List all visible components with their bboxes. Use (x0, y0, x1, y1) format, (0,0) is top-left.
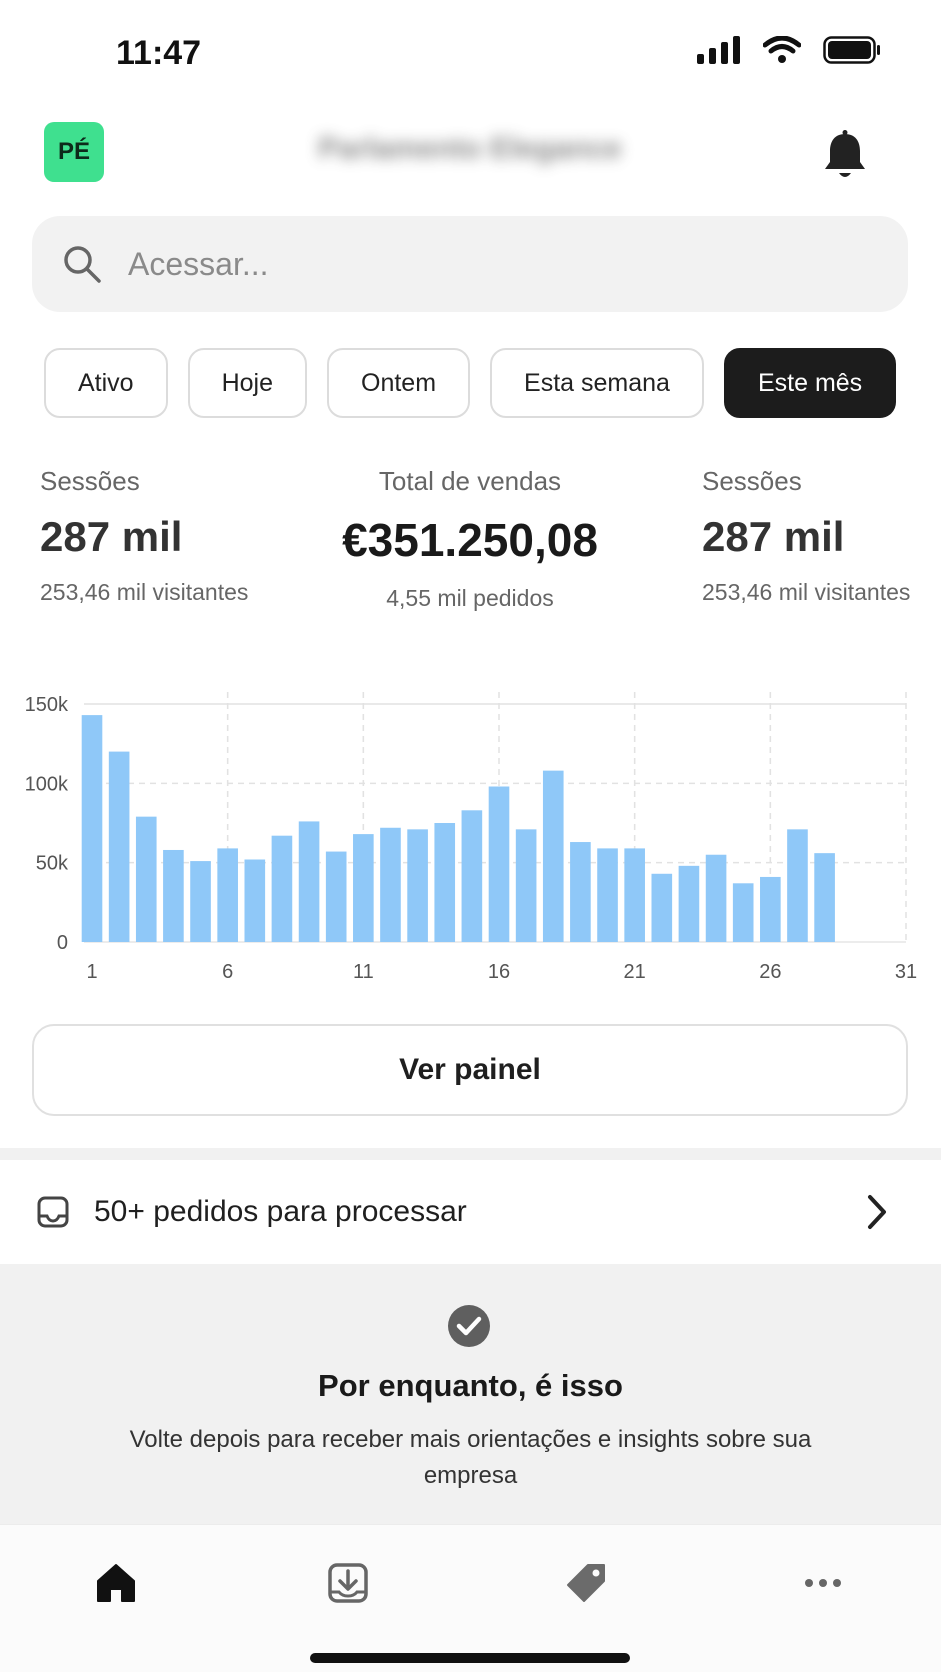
chart-bar (434, 823, 456, 942)
view-dashboard-button[interactable]: Ver painel (32, 1024, 908, 1116)
metric-sessions-right[interactable]: Sessões 287 mil 253,46 mil visitantes (702, 466, 910, 606)
tab-orders[interactable] (318, 1553, 378, 1613)
x-tick-label: 16 (488, 961, 510, 980)
check-circle-icon (448, 1305, 490, 1347)
metric-value: €351.250,08 (342, 514, 598, 566)
empty-state-title: Por enquanto, é isso (318, 1368, 623, 1403)
x-tick-label: 11 (353, 961, 374, 980)
chart-bar (298, 821, 320, 942)
chart-bar (651, 873, 673, 942)
chart-bar (407, 829, 428, 942)
filter-chip-ontem[interactable]: Ontem (327, 348, 471, 418)
inbox-tray-icon (37, 1196, 69, 1228)
wifi-icon (763, 36, 801, 63)
metric-label: Total de vendas (378, 466, 562, 496)
chart-bar (624, 848, 645, 942)
chart-bar (542, 770, 564, 942)
filter-chip-esta-semana[interactable]: Esta semana (490, 348, 704, 418)
sales-bar-chart[interactable]: 050k100k150k1 6 11 16 21 26 31 (0, 680, 941, 980)
metric-value: 287 mil (40, 513, 183, 560)
tag-icon (567, 1564, 605, 1602)
chart-bar (271, 835, 293, 942)
chart-bar (244, 859, 266, 942)
metric-label: Sessões (40, 466, 140, 496)
bell-icon[interactable] (821, 130, 869, 182)
chart-bar (353, 834, 374, 942)
chart-bar (597, 848, 618, 942)
filter-chip-hoje[interactable]: Hoje (187, 348, 308, 418)
chart-bar (678, 865, 700, 942)
x-tick-label: 31 (895, 961, 917, 980)
x-tick-label: 26 (759, 961, 781, 980)
tab-products[interactable] (556, 1553, 616, 1613)
chart-bar (190, 861, 211, 942)
chart-bar (732, 883, 754, 942)
metric-sub: 253,46 mil visitantes (40, 579, 249, 605)
filter-chip-este-mes[interactable]: Este mês (723, 348, 897, 418)
status-bar: 11:47 (0, 0, 941, 110)
status-icons (697, 36, 881, 64)
battery-icon (823, 36, 880, 64)
chart-bar (163, 849, 184, 942)
header: PÉ Parlamento Elegance (0, 110, 941, 210)
tab-more[interactable] (793, 1553, 853, 1613)
y-tick-label: 150k (25, 694, 69, 716)
status-time: 11:47 (116, 34, 202, 72)
chart-bar (705, 854, 727, 942)
y-tick-label: 100k (25, 773, 69, 795)
store-avatar[interactable]: PÉ (44, 122, 104, 182)
chart-bar (760, 876, 781, 942)
home-indicator (310, 1653, 630, 1663)
signal-icon (697, 36, 740, 64)
orders-label: 50+ pedidos para processar (94, 1195, 467, 1228)
chart-bar (570, 842, 591, 942)
y-tick-label: 0 (57, 932, 68, 954)
bottom-tab-bar (0, 1524, 941, 1672)
chart-bar (217, 848, 238, 942)
metric-value: 287 mil (702, 513, 845, 560)
x-tick-label: 6 (222, 961, 233, 980)
chart-bar (814, 853, 835, 942)
empty-state-description: Volte depois para receber mais orientaçõ… (129, 1426, 812, 1489)
app-screen: 11:47 PÉ Parlamento Elegance Acessar... … (0, 0, 941, 1672)
section-divider (0, 1148, 941, 1160)
chart-bar (380, 827, 401, 942)
chevron-right-icon (868, 1195, 886, 1229)
chart-bar (325, 851, 347, 942)
more-icon (805, 1579, 841, 1587)
chart-bar (135, 816, 157, 942)
search-bar[interactable] (32, 216, 908, 312)
date-filter-chips: Ativo Hoje Ontem Esta semana Este mês (44, 348, 897, 420)
store-name[interactable]: Parlamento Elegance (290, 132, 650, 172)
x-tick-label: 1 (86, 961, 97, 980)
chart-bar (488, 786, 510, 942)
metric-sub: 253,46 mil visitantes (702, 579, 911, 605)
chart-bar (515, 829, 537, 942)
chart-bar (787, 829, 808, 942)
chart-bar (108, 751, 130, 942)
tab-home[interactable] (86, 1553, 146, 1613)
search-icon (64, 246, 101, 283)
home-icon (97, 1564, 135, 1602)
filter-chip-ativo[interactable]: Ativo (44, 348, 168, 418)
search-input[interactable] (126, 244, 830, 284)
orders-to-process-row[interactable]: 50+ pedidos para processar (0, 1160, 941, 1264)
chart-bar (461, 810, 483, 942)
metric-total-sales[interactable]: Total de vendas €351.250,08 4,55 mil ped… (300, 466, 640, 612)
metric-sessions-left[interactable]: Sessões 287 mil 253,46 mil visitantes (40, 466, 248, 606)
chart-bar (81, 715, 103, 942)
y-tick-label: 50k (36, 853, 69, 875)
empty-state-panel: Por enquanto, é isso Volte depois para r… (0, 1264, 941, 1524)
metric-sub: 4,55 mil pedidos (386, 585, 554, 611)
x-tick-label: 21 (624, 961, 646, 980)
download-inbox-icon (328, 1563, 368, 1603)
metric-label: Sessões (702, 466, 802, 496)
